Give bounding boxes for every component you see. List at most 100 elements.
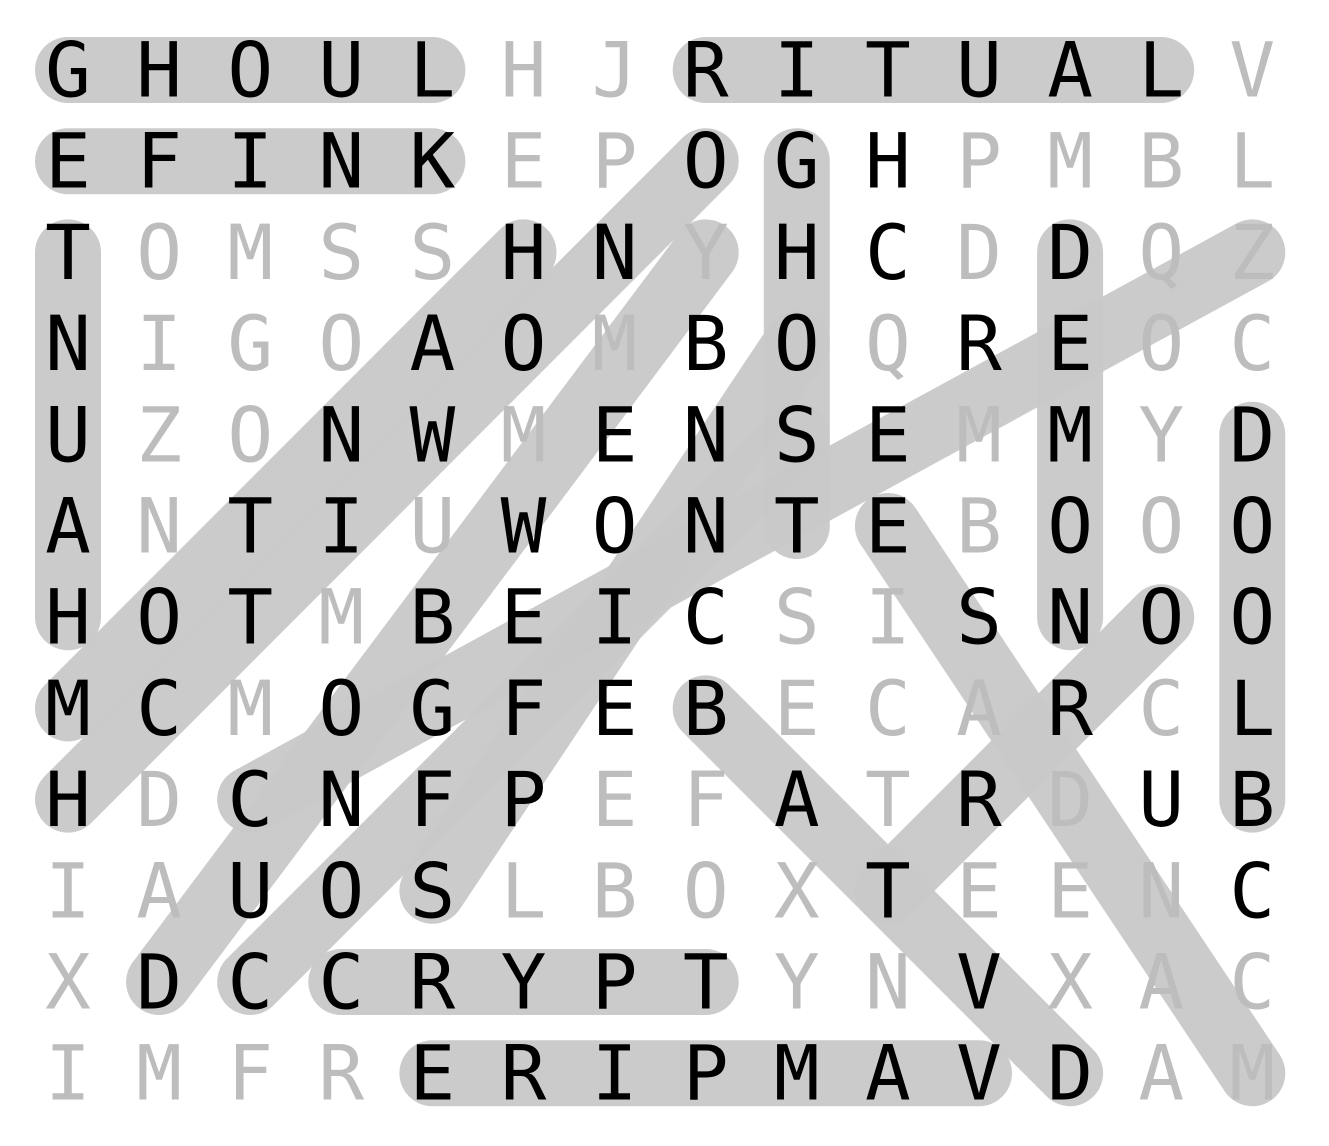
grid-letter[interactable]: O [136,208,182,297]
grid-letter[interactable]: Q [865,299,911,388]
grid-letter[interactable]: D [1047,755,1093,844]
grid-letter[interactable]: O [1229,573,1275,662]
grid-letter[interactable]: D [136,938,182,1027]
grid-letter[interactable]: B [1229,755,1275,844]
grid-letter[interactable]: A [45,482,91,571]
grid-letter[interactable]: O [136,573,182,662]
grid-letter[interactable]: M [227,208,273,297]
grid-letter[interactable]: V [1229,26,1275,115]
grid-letter[interactable]: W [501,482,547,571]
grid-letter[interactable]: C [865,208,911,297]
grid-letter[interactable]: I [45,846,91,935]
grid-letter[interactable]: A [1138,1029,1184,1118]
grid-letter[interactable]: C [865,664,911,753]
grid-letter[interactable]: P [501,755,547,844]
grid-letter[interactable]: D [1047,1029,1093,1118]
grid-letter[interactable]: P [592,938,638,1027]
grid-letter[interactable]: Z [136,390,182,479]
grid-letter[interactable]: I [774,26,820,115]
grid-letter[interactable]: N [136,482,182,571]
grid-letter[interactable]: N [1138,846,1184,935]
grid-letter[interactable]: S [956,573,1002,662]
grid-letter[interactable]: X [1047,938,1093,1027]
grid-letter[interactable]: G [410,664,456,753]
grid-letter[interactable]: M [774,1029,820,1118]
grid-letter[interactable]: L [501,846,547,935]
grid-letter[interactable]: C [136,664,182,753]
grid-letter[interactable]: G [774,117,820,206]
grid-letter[interactable]: O [227,390,273,479]
grid-letter[interactable]: E [410,1029,456,1118]
grid-letter[interactable]: J [592,26,638,115]
grid-letter[interactable]: M [45,664,91,753]
grid-letter[interactable]: N [865,938,911,1027]
grid-letter[interactable]: F [501,664,547,753]
grid-letter[interactable]: D [1229,390,1275,479]
grid-letter[interactable]: D [956,208,1002,297]
grid-letter[interactable]: T [227,573,273,662]
grid-letter[interactable]: W [410,390,456,479]
grid-letter[interactable]: Y [1138,390,1184,479]
grid-letter[interactable]: O [318,664,364,753]
grid-letter[interactable]: T [45,208,91,297]
grid-letter[interactable]: C [1229,299,1275,388]
grid-letter[interactable]: I [592,573,638,662]
grid-letter[interactable]: A [1047,26,1093,115]
grid-letter[interactable]: F [683,755,729,844]
grid-letter[interactable]: U [956,26,1002,115]
grid-letter[interactable]: Q [1138,208,1184,297]
grid-letter[interactable]: I [592,1029,638,1118]
grid-letter[interactable]: E [1047,299,1093,388]
grid-letter[interactable]: D [136,755,182,844]
grid-letter[interactable]: A [1138,938,1184,1027]
grid-letter[interactable]: Z [1229,208,1275,297]
grid-letter[interactable]: C [1229,938,1275,1027]
grid-letter[interactable]: H [45,755,91,844]
grid-letter[interactable]: T [774,482,820,571]
grid-letter[interactable]: B [956,482,1002,571]
grid-letter[interactable]: M [136,1029,182,1118]
grid-letter[interactable]: O [1047,482,1093,571]
grid-letter[interactable]: M [592,299,638,388]
grid-letter[interactable]: A [136,846,182,935]
grid-letter[interactable]: M [318,573,364,662]
grid-letter[interactable]: F [410,755,456,844]
grid-letter[interactable]: M [1229,1029,1275,1118]
grid-letter[interactable]: F [136,117,182,206]
grid-letter[interactable]: P [592,117,638,206]
grid-letter[interactable]: C [227,755,273,844]
grid-letter[interactable]: M [1047,117,1093,206]
grid-letter[interactable]: V [956,938,1002,1027]
grid-letter[interactable]: X [774,846,820,935]
grid-letter[interactable]: A [956,664,1002,753]
grid-letter[interactable]: L [1229,117,1275,206]
grid-letter[interactable]: C [227,938,273,1027]
grid-letter[interactable]: E [592,390,638,479]
grid-letter[interactable]: N [1047,573,1093,662]
grid-letter[interactable]: G [227,299,273,388]
grid-letter[interactable]: E [45,117,91,206]
grid-letter[interactable]: A [410,299,456,388]
grid-letter[interactable]: B [683,664,729,753]
grid-letter[interactable]: C [1229,846,1275,935]
grid-letter[interactable]: I [318,482,364,571]
grid-letter[interactable]: O [318,846,364,935]
grid-letter[interactable]: M [956,390,1002,479]
grid-letter[interactable]: E [592,755,638,844]
grid-letter[interactable]: U [318,26,364,115]
grid-letter[interactable]: T [865,846,911,935]
grid-letter[interactable]: R [1047,664,1093,753]
grid-letter[interactable]: L [410,26,456,115]
grid-letter[interactable]: E [774,664,820,753]
grid-letter[interactable]: A [774,755,820,844]
grid-letter[interactable]: I [227,117,273,206]
grid-letter[interactable]: A [865,1029,911,1118]
grid-letter[interactable]: P [683,1029,729,1118]
grid-letter[interactable]: O [1229,482,1275,571]
grid-letter[interactable]: V [956,1029,1002,1118]
grid-letter[interactable]: E [865,482,911,571]
grid-letter[interactable]: R [318,1029,364,1118]
grid-letter[interactable]: N [592,208,638,297]
grid-letter[interactable]: C [683,573,729,662]
grid-letter[interactable]: N [45,299,91,388]
